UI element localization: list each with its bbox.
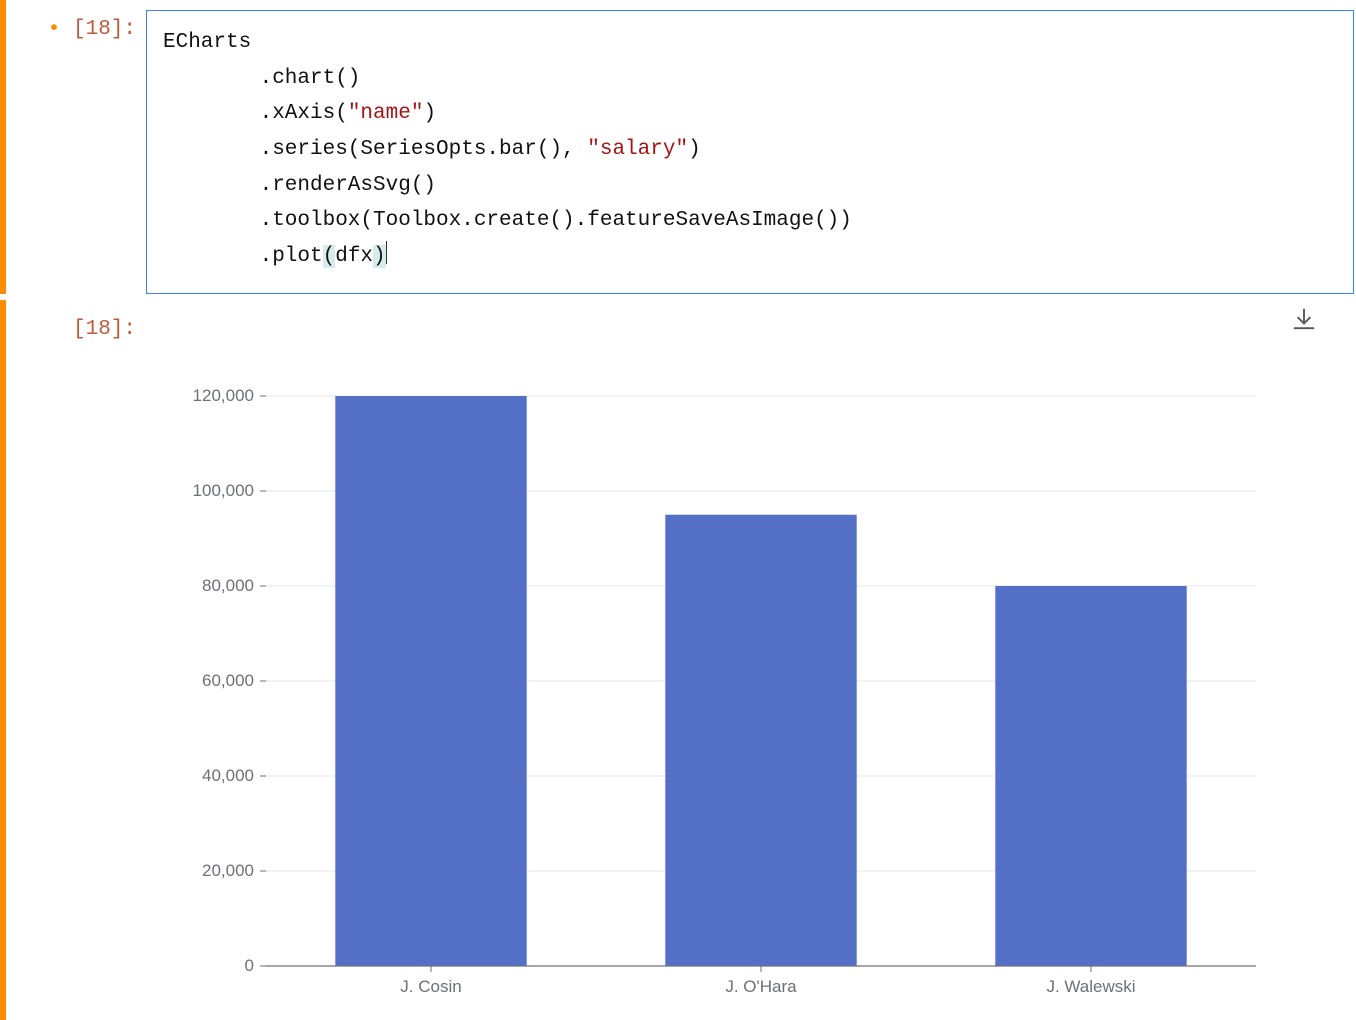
text-cursor: [386, 241, 387, 264]
code-line-2[interactable]: .chart(): [163, 61, 1337, 97]
code-line-4[interactable]: .series(SeriesOpts.bar(), "salary"): [163, 132, 1337, 168]
y-tick-label: 100,000: [193, 481, 254, 500]
output-prompt: [18]:: [6, 300, 146, 341]
y-tick-label: 20,000: [202, 861, 254, 880]
cell-run-indicator: [0, 0, 6, 294]
bar[interactable]: [665, 515, 856, 966]
input-cell: [18]: ECharts .chart() .xAxis("name") .s…: [0, 0, 1356, 294]
code-line-6[interactable]: .toolbox(Toolbox.create().featureSaveAsI…: [163, 203, 1337, 239]
code-line-1[interactable]: ECharts: [163, 25, 1337, 61]
code-line-3[interactable]: .xAxis("name"): [163, 96, 1337, 132]
input-prompt: [18]:: [6, 0, 146, 41]
bar[interactable]: [995, 586, 1186, 966]
y-tick-label: 60,000: [202, 671, 254, 690]
prompt-modified-dot: [48, 18, 73, 41]
output-prompt-label: [18]:: [73, 318, 136, 341]
code-line-5[interactable]: .renderAsSvg(): [163, 168, 1337, 204]
x-tick-label: J. Cosin: [400, 977, 461, 996]
x-tick-label: J. Walewski: [1046, 977, 1135, 996]
output-body: 0 20,000 40,000 60,000 80,000 100,000 120,000 J…: [146, 300, 1356, 1016]
chart-toolbox: [1290, 306, 1318, 337]
y-tick-label: 40,000: [202, 766, 254, 785]
code-editor[interactable]: ECharts .chart() .xAxis("name") .series(…: [146, 10, 1354, 294]
y-tick-label: 0: [245, 956, 254, 975]
bar[interactable]: [335, 396, 526, 966]
output-run-indicator: [0, 300, 6, 1020]
bar-chart: 0 20,000 40,000 60,000 80,000 100,000 120,000 J…: [166, 376, 1356, 1016]
save-as-image-icon[interactable]: [1290, 321, 1318, 337]
y-tick-label: 120,000: [193, 386, 254, 405]
code-line-7[interactable]: .plot(dfx): [163, 239, 1337, 275]
input-prompt-label: [18]:: [73, 18, 136, 41]
y-tick-label: 80,000: [202, 576, 254, 595]
x-tick-label: J. O'Hara: [725, 977, 797, 996]
chart-svg: 0 20,000 40,000 60,000 80,000 100,000 120,000 J…: [166, 376, 1286, 1016]
output-cell: [18]: 0 20,000 40,000 60,000 80,000 100,000 12…: [0, 300, 1356, 1020]
